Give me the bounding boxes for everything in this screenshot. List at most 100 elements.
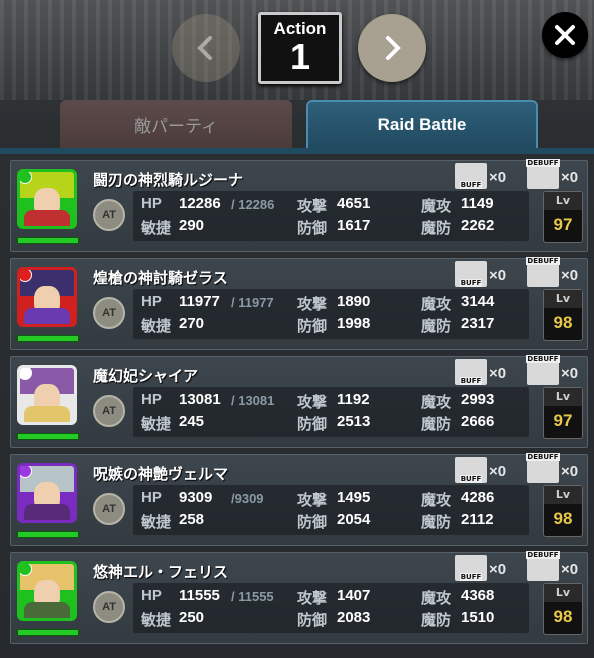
atk-label: 攻撃 — [297, 590, 328, 607]
atk-value: 1192 — [337, 391, 370, 408]
def-label: 防御 — [297, 612, 328, 629]
close-icon — [555, 25, 575, 45]
unit-name: 煌槍の神討騎ゼラス — [93, 269, 228, 287]
unit-card[interactable]: 煌槍の神討騎ゼラス AT HP 11977 / 11977 攻撃 1890 魔攻… — [10, 257, 588, 350]
agi-label: 敏捷 — [141, 612, 172, 629]
atk-label: 攻撃 — [297, 394, 328, 411]
def-value: 1617 — [337, 217, 371, 234]
tab-raid-battle[interactable]: Raid Battle — [306, 100, 538, 148]
debuff-icon: DEBUFF — [526, 159, 560, 189]
atk-value: 4651 — [337, 195, 371, 212]
mdef-value: 2262 — [461, 217, 495, 234]
atk-value: 1890 — [337, 293, 371, 310]
hp-value: 9309 — [179, 489, 213, 506]
stats-panel: HP 11555 / 11555 攻撃 1407 魔攻 4368 敏捷 250 … — [133, 583, 529, 633]
buff-count: ×0 — [489, 463, 507, 480]
level-value: 97 — [553, 411, 573, 430]
mdef-label: 魔防 — [421, 416, 452, 433]
buff-icon: BUFF — [455, 555, 487, 581]
buff-icon: BUFF — [455, 261, 487, 287]
debuff-count: ×0 — [561, 561, 579, 578]
unit-name: 悠神エル・フェリス — [93, 563, 229, 581]
def-label: 防御 — [297, 220, 328, 237]
level-label: Lv — [544, 388, 582, 406]
level-box: Lv 97 — [543, 191, 583, 243]
chevron-left-icon — [197, 36, 212, 60]
hp-max: /9309 — [231, 491, 264, 506]
atk-label: 攻撃 — [297, 492, 328, 509]
debuff-icon: DEBUFF — [526, 551, 560, 581]
hp-value: 13081 — [179, 391, 221, 408]
hp-label: HP — [141, 489, 162, 506]
atk-value: 1407 — [337, 587, 371, 604]
def-value: 1998 — [337, 315, 371, 332]
agi-label: 敏捷 — [141, 220, 172, 237]
hp-max: / 11555 — [231, 589, 274, 604]
unit-card[interactable]: 魔幻妃シャイア AT HP 13081 / 13081 攻撃 1192 魔攻 2… — [10, 355, 588, 448]
debuff-icon: DEBUFF — [526, 453, 560, 483]
mdef-value: 1510 — [461, 609, 495, 626]
agi-value: 245 — [179, 413, 205, 430]
hp-max: / 13081 — [231, 393, 275, 408]
atk-value: 1495 — [337, 489, 371, 506]
mdef-value: 2666 — [461, 413, 495, 430]
hp-bar — [17, 531, 79, 538]
level-value: 98 — [553, 509, 573, 528]
stats-panel: HP 11977 / 11977 攻撃 1890 魔攻 3144 敏捷 270 … — [133, 289, 529, 339]
matk-label: 魔攻 — [421, 492, 452, 509]
unit-list: 闘刃の神烈騎ルジーナ AT HP 12286 / 12286 攻撃 4651 魔… — [10, 159, 588, 650]
at-badge: AT — [93, 395, 125, 427]
buff-icon: BUFF — [455, 163, 487, 189]
unit-card[interactable]: 悠神エル・フェリス AT HP 11555 / 11555 攻撃 1407 魔攻… — [10, 551, 588, 644]
unit-portrait[interactable] — [17, 267, 77, 327]
element-icon — [20, 368, 32, 380]
unit-card[interactable]: 呪嫉の神艶ヴェルマ AT HP 9309 /9309 攻撃 1495 魔攻 42… — [10, 453, 588, 546]
unit-name: 魔幻妃シャイア — [93, 367, 199, 385]
unit-portrait[interactable] — [17, 561, 77, 621]
level-box: Lv 98 — [543, 289, 583, 341]
buff-count: ×0 — [489, 365, 507, 382]
mdef-value: 2112 — [461, 511, 494, 528]
unit-name: 闘刃の神烈騎ルジーナ — [93, 171, 244, 189]
close-button[interactable] — [542, 12, 588, 58]
level-label: Lv — [544, 584, 582, 602]
agi-label: 敏捷 — [141, 514, 172, 531]
action-counter: Action 1 — [258, 12, 342, 84]
element-icon — [20, 466, 32, 478]
matk-label: 魔攻 — [421, 296, 452, 313]
debuff-icon: DEBUFF — [526, 257, 560, 287]
matk-value: 3144 — [461, 293, 495, 310]
next-action-button[interactable] — [358, 14, 426, 82]
unit-portrait[interactable] — [17, 365, 77, 425]
buff-count: ×0 — [489, 169, 507, 186]
hp-bar — [17, 433, 79, 440]
unit-portrait[interactable] — [17, 463, 77, 523]
buff-count: ×0 — [489, 267, 507, 284]
def-label: 防御 — [297, 514, 328, 531]
unit-portrait[interactable] — [17, 169, 77, 229]
previous-action-button[interactable] — [172, 14, 240, 82]
agi-value: 270 — [179, 315, 205, 332]
level-label: Lv — [544, 290, 582, 308]
buff-icon: BUFF — [455, 359, 487, 385]
mdef-label: 魔防 — [421, 514, 452, 531]
level-value: 98 — [553, 607, 573, 626]
hp-value: 12286 — [179, 195, 221, 212]
raid-party-screen: Action 1 敵パーティ Raid Battle 闘刃の神烈騎ルジーナ AT… — [0, 0, 594, 658]
tab-enemy-party[interactable]: 敵パーティ — [60, 100, 292, 148]
unit-card[interactable]: 闘刃の神烈騎ルジーナ AT HP 12286 / 12286 攻撃 4651 魔… — [10, 159, 588, 252]
matk-value: 4368 — [461, 587, 495, 604]
mdef-label: 魔防 — [421, 220, 452, 237]
agi-value: 258 — [179, 511, 205, 528]
at-badge: AT — [93, 297, 125, 329]
matk-label: 魔攻 — [421, 590, 452, 607]
level-box: Lv 98 — [543, 485, 583, 537]
level-label: Lv — [544, 486, 582, 504]
debuff-count: ×0 — [561, 169, 579, 186]
element-icon — [20, 564, 32, 576]
element-icon — [20, 172, 32, 184]
buff-icon: BUFF — [455, 457, 487, 483]
hp-bar — [17, 237, 79, 244]
at-badge: AT — [93, 591, 125, 623]
def-label: 防御 — [297, 416, 328, 433]
